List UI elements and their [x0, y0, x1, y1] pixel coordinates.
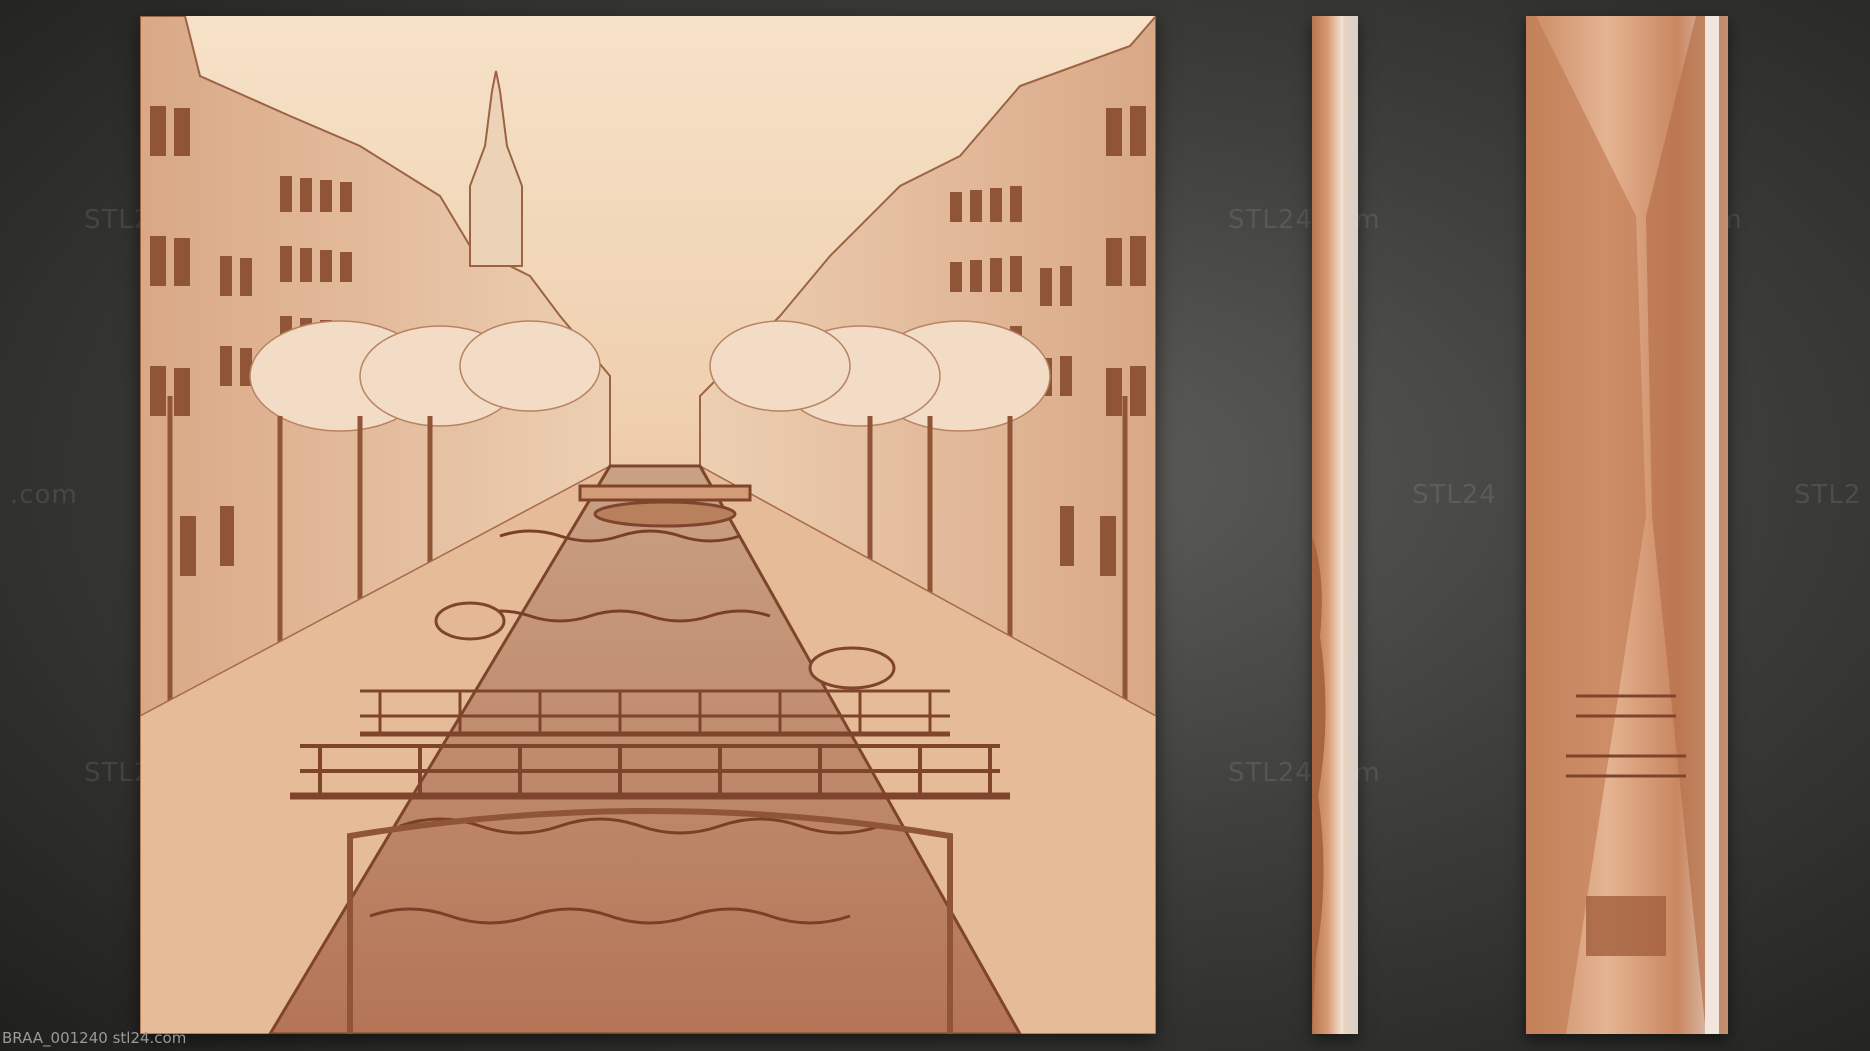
image-caption: BRAA_001240 stl24.com: [2, 1029, 187, 1047]
relief-angled-view: [1526, 16, 1728, 1034]
watermark-text: STL2: [1794, 480, 1862, 510]
relief-side-view: [1312, 16, 1358, 1034]
trees: [249, 320, 1051, 432]
watermark-text: .com: [10, 480, 78, 510]
relief-front-view: [140, 16, 1156, 1034]
canal-scene-illustration: [140, 16, 1156, 1034]
boat: [434, 601, 506, 641]
side-profile-illustration: [1312, 16, 1344, 1034]
church-tower: [469, 70, 523, 267]
boat: [808, 646, 896, 690]
angled-perspective-illustration: [1526, 16, 1728, 1034]
watermark-text: STL24: [1412, 480, 1497, 510]
